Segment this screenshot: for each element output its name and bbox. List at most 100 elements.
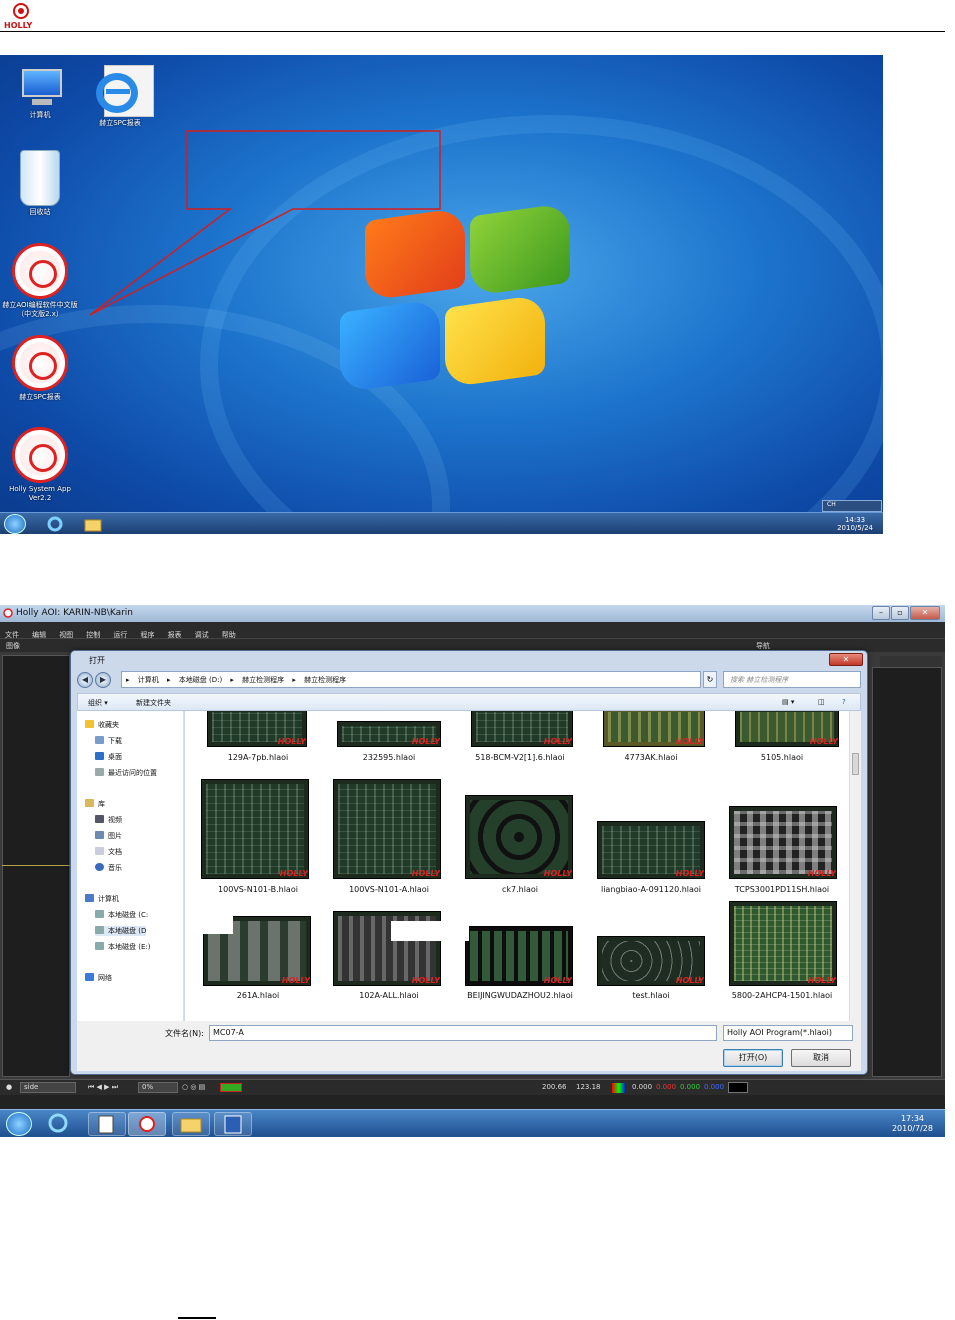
- ie-taskbar-icon[interactable]: [46, 516, 64, 532]
- file-name[interactable]: 261A.hlaoi: [193, 991, 323, 1000]
- forward-button[interactable]: ▶: [95, 672, 111, 688]
- file-thumbnail[interactable]: HOLLY: [597, 821, 705, 879]
- organize-button[interactable]: 组织 ▾: [88, 698, 108, 708]
- nav-documents[interactable]: 文档: [95, 847, 122, 857]
- desktop-icon-spc-report-ie[interactable]: 赫立SPC报表: [80, 61, 160, 128]
- navigation-panel[interactable]: [872, 667, 942, 1077]
- view-mode-icons[interactable]: ○ ◎ ▤: [182, 1083, 205, 1091]
- file-name[interactable]: 4773AK.hlaoi: [586, 753, 716, 762]
- file-name[interactable]: 518-BCM-V2[1].6.hlaoi: [455, 753, 585, 762]
- clock-date: 2010/5/24: [837, 524, 873, 532]
- breadcrumb[interactable]: ▸ 计算机 ▸ 本地磁盘 (D:) ▸ 赫立检测程序 ▸ 赫立检测程序: [121, 671, 701, 688]
- file-thumbnail[interactable]: HOLLY: [465, 926, 573, 986]
- minimize-button[interactable]: –: [872, 606, 890, 620]
- explorer-taskbar-icon[interactable]: [84, 516, 102, 532]
- close-button[interactable]: ✕: [910, 606, 940, 620]
- file-name[interactable]: 5105.hlaoi: [717, 753, 847, 762]
- nav-disk-d[interactable]: 本地磁盘 (D: [95, 926, 147, 936]
- breadcrumb-item[interactable]: 赫立检测程序: [304, 676, 346, 684]
- rgb-r: 0.000: [632, 1083, 653, 1091]
- side-select[interactable]: side: [20, 1082, 76, 1093]
- nav-pictures[interactable]: 图片: [95, 831, 122, 841]
- back-button[interactable]: ◀: [77, 672, 93, 688]
- file-name[interactable]: liangbiao-A-091120.hlaoi: [586, 885, 716, 894]
- image-panel[interactable]: [2, 655, 70, 1077]
- file-name[interactable]: 100VS-N101-B.hlaoi: [193, 885, 323, 894]
- file-name[interactable]: BEIJINGWUDAZHOU2.hlaoi: [455, 991, 585, 1000]
- file-name[interactable]: 102A-ALL.hlaoi: [324, 991, 454, 1000]
- nav-network[interactable]: 网络: [85, 973, 112, 983]
- file-thumbnail[interactable]: HOLLY: [729, 901, 837, 986]
- start-button[interactable]: [4, 514, 26, 534]
- nav-label: 本地磁盘 (E:): [108, 943, 151, 951]
- music-icon: [95, 863, 104, 871]
- nav-music[interactable]: 音乐: [95, 863, 122, 873]
- filename-input[interactable]: MC07-A: [209, 1025, 717, 1041]
- system-tray-clock[interactable]: 17:34 2010/7/28: [892, 1114, 933, 1134]
- document-taskbar-button[interactable]: [88, 1112, 126, 1136]
- open-button[interactable]: 打开(O): [723, 1049, 783, 1067]
- breadcrumb-item[interactable]: 计算机: [138, 676, 159, 684]
- nav-downloads[interactable]: 下载: [95, 736, 122, 746]
- file-name[interactable]: test.hlaoi: [586, 991, 716, 1000]
- navigation-toolbar[interactable]: [880, 656, 942, 667]
- file-thumbnail[interactable]: HOLLY: [597, 936, 705, 986]
- holly-aoi-taskbar-button[interactable]: [128, 1112, 166, 1136]
- file-thumbnail[interactable]: HOLLY: [201, 779, 309, 879]
- explorer-taskbar-button[interactable]: [172, 1112, 210, 1136]
- file-name[interactable]: 129A-7pb.hlaoi: [193, 753, 323, 762]
- nav-desktop[interactable]: 桌面: [95, 752, 122, 762]
- dialog-close-button[interactable]: ✕: [829, 653, 863, 666]
- language-bar[interactable]: CH: [822, 500, 882, 512]
- nav-label: 本地磁盘 (C:: [108, 911, 149, 919]
- start-button[interactable]: [6, 1112, 32, 1136]
- nav-disk-e[interactable]: 本地磁盘 (E:): [95, 942, 150, 952]
- new-folder-button[interactable]: 新建文件夹: [136, 698, 171, 708]
- search-input[interactable]: 搜索 赫立检测程序: [723, 671, 861, 688]
- file-thumbnail[interactable]: HOLLY: [729, 806, 837, 879]
- nav-libraries[interactable]: 库: [85, 799, 105, 809]
- file-name[interactable]: 100VS-N101-A.hlaoi: [324, 885, 454, 894]
- file-name[interactable]: 5800-2AHCP4-1501.hlaoi: [717, 991, 847, 1000]
- word-taskbar-button[interactable]: [214, 1112, 252, 1136]
- zoom-select[interactable]: 0%: [138, 1082, 178, 1093]
- preview-pane-icon[interactable]: ◫: [818, 698, 825, 706]
- file-thumbnail[interactable]: HOLLY: [465, 795, 573, 879]
- file-type-select[interactable]: Holly AOI Program(*.hlaoi): [723, 1025, 853, 1041]
- file-thumbnail[interactable]: HOLLY: [207, 711, 307, 747]
- breadcrumb-item[interactable]: 本地磁盘 (D:): [179, 676, 222, 684]
- nav-disk-c[interactable]: 本地磁盘 (C:: [95, 910, 148, 920]
- file-thumbnail[interactable]: HOLLY: [337, 721, 441, 747]
- vertical-scrollbar[interactable]: [849, 711, 861, 1021]
- breadcrumb-item[interactable]: 赫立检测程序: [242, 676, 284, 684]
- holly-watermark: HOLLY: [809, 737, 838, 746]
- file-thumbnail[interactable]: HOLLY: [603, 711, 705, 747]
- nav-label: 下载: [108, 737, 122, 745]
- playback-controls[interactable]: ⏮ ◀ ▶ ⏭: [88, 1083, 118, 1092]
- system-tray-clock[interactable]: 14:33 2010/5/24: [837, 516, 873, 532]
- file-thumbnail[interactable]: HOLLY: [471, 711, 573, 747]
- file-thumbnail[interactable]: HOLLY: [735, 711, 839, 747]
- file-thumbnail[interactable]: HOLLY: [333, 779, 441, 879]
- cancel-button[interactable]: 取消: [791, 1049, 851, 1067]
- refresh-button[interactable]: ↻: [703, 671, 717, 688]
- nav-favorites[interactable]: 收藏夹: [85, 720, 119, 730]
- file-name[interactable]: ck7.hlaoi: [455, 885, 585, 894]
- view-options-icon[interactable]: ▤ ▾: [782, 698, 794, 706]
- nav-videos[interactable]: 视频: [95, 815, 122, 825]
- desktop-icon-computer[interactable]: 计算机: [0, 67, 80, 120]
- desktop-icon-holly-system-app[interactable]: Holly System App Ver2.2: [0, 427, 80, 503]
- nav-recent[interactable]: 最近访问的位置: [95, 768, 157, 778]
- maximize-button[interactable]: ▫: [891, 606, 909, 620]
- file-name[interactable]: TCPS3001PD11SH.hlaoi: [717, 885, 847, 894]
- desktop-icon-holly-aoi-programming[interactable]: 赫立AOI编程软件中文版（中文版2.x）: [0, 243, 80, 319]
- color-swatch[interactable]: [220, 1083, 242, 1092]
- desktop-icon-holly-spc-report[interactable]: 赫立SPC报表: [0, 335, 80, 402]
- scrollbar-thumb[interactable]: [852, 753, 859, 775]
- desktop-icon-recycle-bin[interactable]: 回收站: [0, 150, 80, 217]
- ie-taskbar-button[interactable]: [46, 1112, 84, 1136]
- file-name[interactable]: 232595.hlaoi: [324, 753, 454, 762]
- nav-computer[interactable]: 计算机: [85, 894, 119, 904]
- nav-label: 本地磁盘 (D: [108, 927, 147, 935]
- help-icon[interactable]: ?: [842, 698, 846, 706]
